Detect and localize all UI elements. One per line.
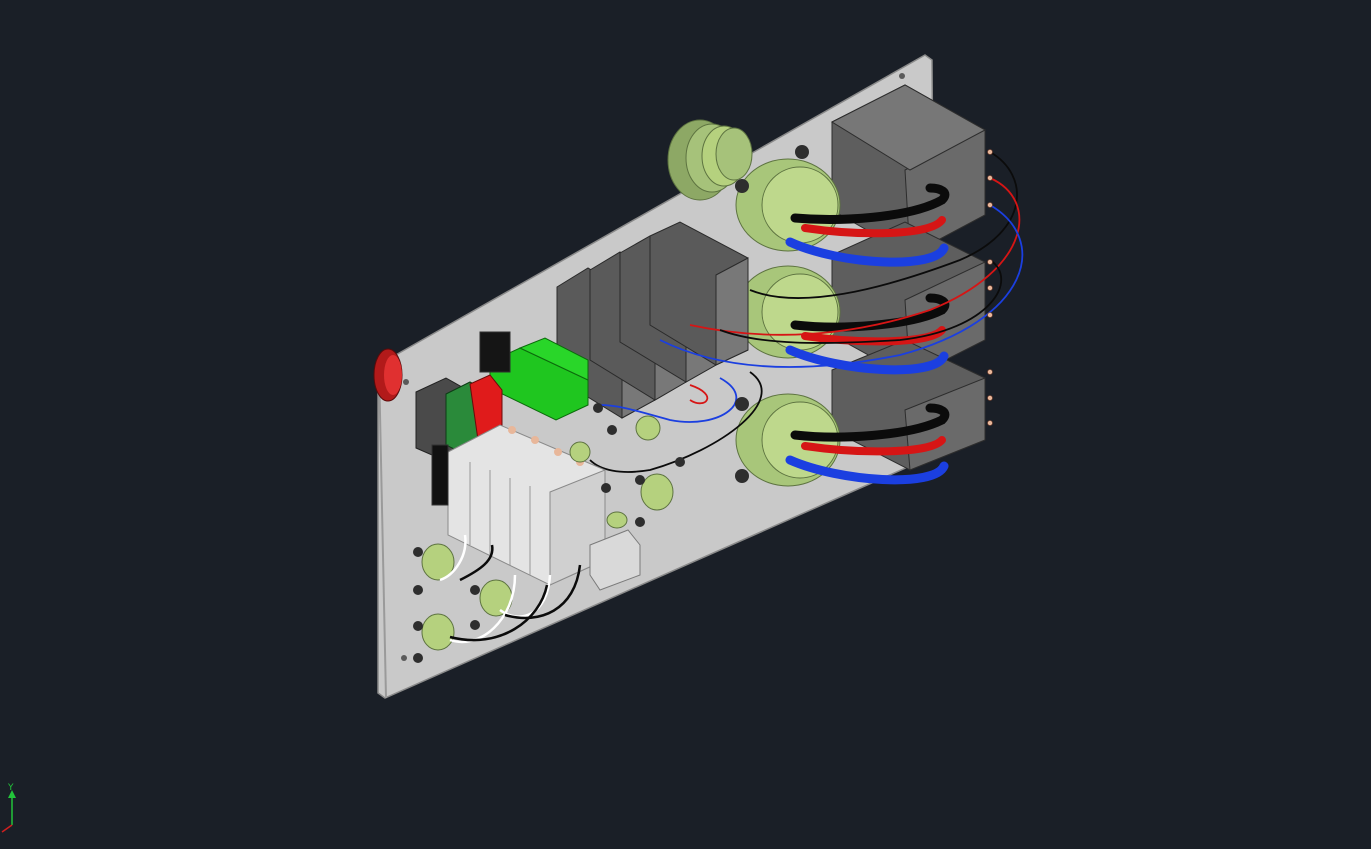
toroid-1[interactable]: [735, 158, 841, 252]
model-viewport[interactable]: [0, 0, 1371, 845]
rear-grommet: [373, 348, 403, 402]
toroid-2[interactable]: [735, 265, 841, 359]
ucs-y-label: Y: [7, 783, 14, 793]
transformer-terminals: [987, 149, 993, 426]
ucs-icon: Y: [0, 780, 40, 840]
cad-drawing[interactable]: [0, 0, 1371, 845]
